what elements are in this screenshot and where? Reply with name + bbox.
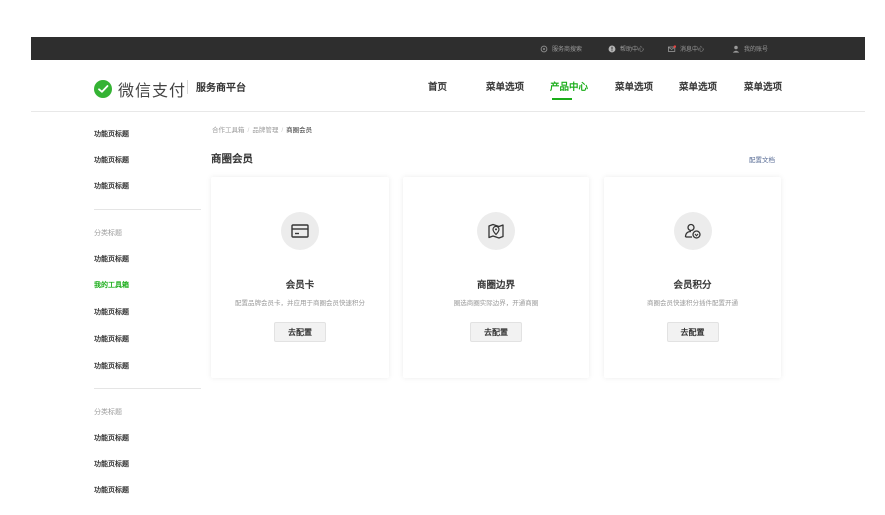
sidebar-item[interactable]: 功能页标题 [94,129,129,139]
breadcrumb-current: 商圈会员 [286,127,313,134]
map-location-icon [477,212,515,250]
message-center-link[interactable]: 消息中心 [668,37,704,60]
message-center-label: 消息中心 [680,47,705,53]
sidebar-item[interactable]: 功能页标题 [94,181,129,191]
configure-points-button[interactable]: 去配置 [666,322,719,342]
brand-logo[interactable]: 微信支付 [94,77,186,101]
business-district-boundary-card: 商圈边界 圈选商圈实际边界，开通商圈 去配置 [403,177,589,378]
help-icon [608,45,616,52]
user-icon [732,45,740,53]
my-account-link[interactable]: 我的账号 [732,37,768,60]
sidebar-item[interactable]: 功能页标题 [94,254,129,264]
sidebar-category-title: 分类标题 [94,230,122,237]
nav-product-center[interactable]: 产品中心 [550,79,588,93]
sidebar-divider [94,209,201,210]
card-description: 配置品牌会员卡，并应用于商圈会员快速积分 [235,300,365,307]
wechat-pay-check-icon [94,80,112,98]
top-bar: 服务商搜索 帮助中心 消息中心 我的账号 [31,37,865,60]
configure-boundary-button[interactable]: 去配置 [470,322,522,342]
my-account-label: 我的账号 [744,47,769,53]
header: 微信支付 服务商平台 首页 菜单选项 产品中心 菜单选项 菜单选项 菜单选项 [31,60,865,112]
card-title: 会员积分 [673,280,712,291]
service-search-link[interactable]: 服务商搜索 [540,37,582,60]
breadcrumb: 合作工具箱 / 品牌管理 / 商圈会员 [212,124,312,134]
nav-menu-option-3[interactable]: 菜单选项 [679,79,717,93]
sidebar-item[interactable]: 功能页标题 [94,459,129,469]
member-points-icon [673,212,712,250]
card-title: 会员卡 [285,280,315,291]
nav-home[interactable]: 首页 [428,79,447,93]
card-title: 商圈边界 [476,280,515,291]
configure-member-card-button[interactable]: 去配置 [274,322,326,342]
help-center-label: 帮助中心 [620,47,645,53]
sidebar-item[interactable]: 功能页标题 [94,334,129,344]
breadcrumb-separator: / [281,127,284,134]
logo-divider [187,80,188,94]
sidebar-item[interactable]: 功能页标题 [94,361,129,371]
breadcrumb-separator: / [247,127,250,134]
nav-menu-option-1[interactable]: 菜单选项 [486,79,524,93]
platform-name: 服务商平台 [196,83,246,94]
card-description: 圈选商圈实际边界，开通商圈 [453,300,539,307]
config-doc-link[interactable]: 配置文档 [749,154,775,164]
member-card-card: 会员卡 配置品牌会员卡，并应用于商圈会员快速积分 去配置 [211,177,389,378]
sidebar-category-title: 分类标题 [94,409,122,416]
sidebar-divider [94,388,201,389]
brand-name: 微信支付 [118,83,187,100]
nav-menu-option-2[interactable]: 菜单选项 [615,79,653,93]
search-icon [540,45,548,52]
page-title: 商圈会员 [211,153,253,165]
sidebar-item[interactable]: 功能页标题 [94,307,129,317]
breadcrumb-item[interactable]: 品牌管理 [252,127,278,134]
sidebar-item[interactable]: 功能页标题 [94,155,129,165]
sidebar-item[interactable]: 功能页标题 [94,485,129,495]
service-search-label: 服务商搜索 [552,47,583,53]
mail-icon [668,44,676,52]
breadcrumb-item[interactable]: 合作工具箱 [212,127,245,134]
member-points-card: 会员积分 商圈会员快速积分插件配置开通 去配置 [604,177,781,378]
card-description: 商圈会员快速积分插件配置开通 [647,300,738,307]
sidebar-item-my-toolbox[interactable]: 我的工具箱 [94,280,129,290]
nav-active-indicator [552,98,572,100]
help-center-link[interactable]: 帮助中心 [608,37,644,60]
card-icon [281,212,319,250]
sidebar-item[interactable]: 功能页标题 [94,433,129,443]
nav-menu-option-4[interactable]: 菜单选项 [744,79,782,93]
